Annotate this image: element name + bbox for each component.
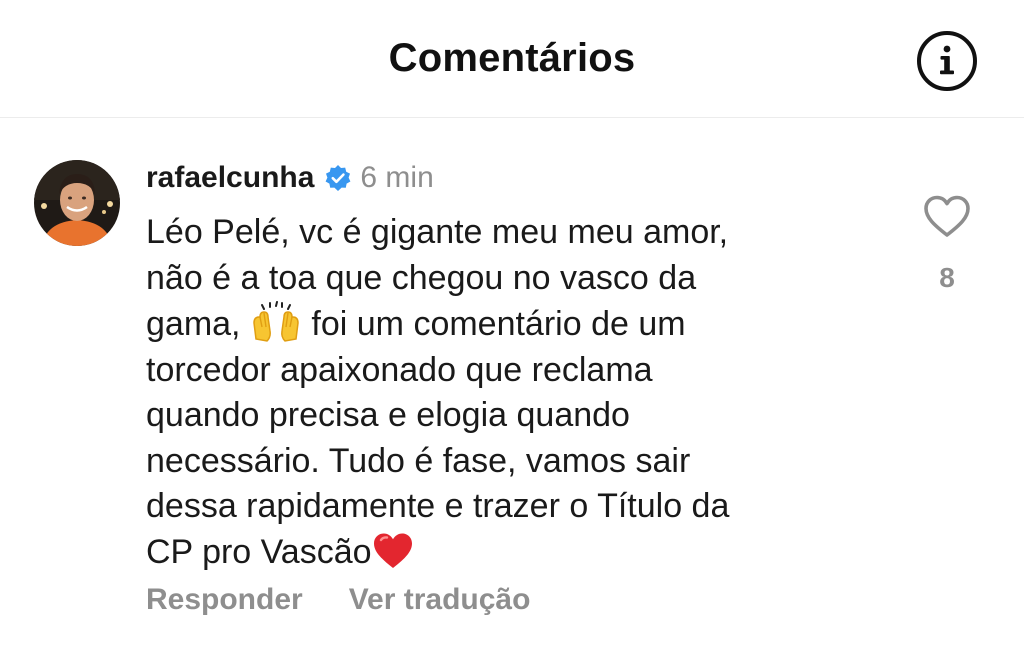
- comment-line: torcedor apaixonado que reclama: [146, 350, 653, 389]
- page-title: Comentários: [388, 36, 636, 80]
- verified-badge-icon: [326, 165, 351, 191]
- comment-line: necessário. Tudo é fase, vamos sair: [146, 441, 691, 480]
- header-bar: Comentários: [0, 0, 1024, 118]
- comment-text: Léo Pelé, vc é gigante meu meu amor, não…: [146, 210, 866, 575]
- heart-outline-icon: [924, 195, 970, 237]
- comment-line-with-emoji: CP pro Vascão: [146, 530, 866, 576]
- translate-button[interactable]: Ver tradução: [349, 583, 531, 617]
- comment-time: 6 min: [360, 161, 434, 194]
- reply-button[interactable]: Responder: [146, 583, 303, 617]
- comment-header: rafaelcunha 6 min: [146, 158, 434, 198]
- raising-hands-emoji: [253, 301, 299, 342]
- like-count: 8: [939, 262, 955, 293]
- comment-line-with-emoji: gama, foi um comentário de um: [146, 301, 866, 348]
- comment-line: não é a toa que chegou no vasco da: [146, 258, 697, 297]
- avatar[interactable]: [34, 160, 120, 246]
- info-circle-icon: [917, 31, 977, 91]
- comment-line: foi um comentário de um: [311, 305, 686, 343]
- red-heart-emoji: [373, 533, 412, 568]
- info-button[interactable]: [916, 30, 978, 92]
- username[interactable]: rafaelcunha: [146, 161, 314, 195]
- comment-line: quando precisa e elogia quando: [146, 396, 630, 434]
- like-button[interactable]: [922, 194, 972, 240]
- comment-line: dessa rapidamente e trazer o Título da: [146, 487, 730, 525]
- comment-line: CP pro Vascão: [146, 532, 372, 571]
- comment-actions: Responder Ver tradução: [146, 583, 530, 617]
- comment-line: Léo Pelé, vc é gigante meu meu amor,: [146, 213, 729, 251]
- comment-line: gama,: [146, 305, 241, 343]
- avatar-photo: [34, 160, 120, 246]
